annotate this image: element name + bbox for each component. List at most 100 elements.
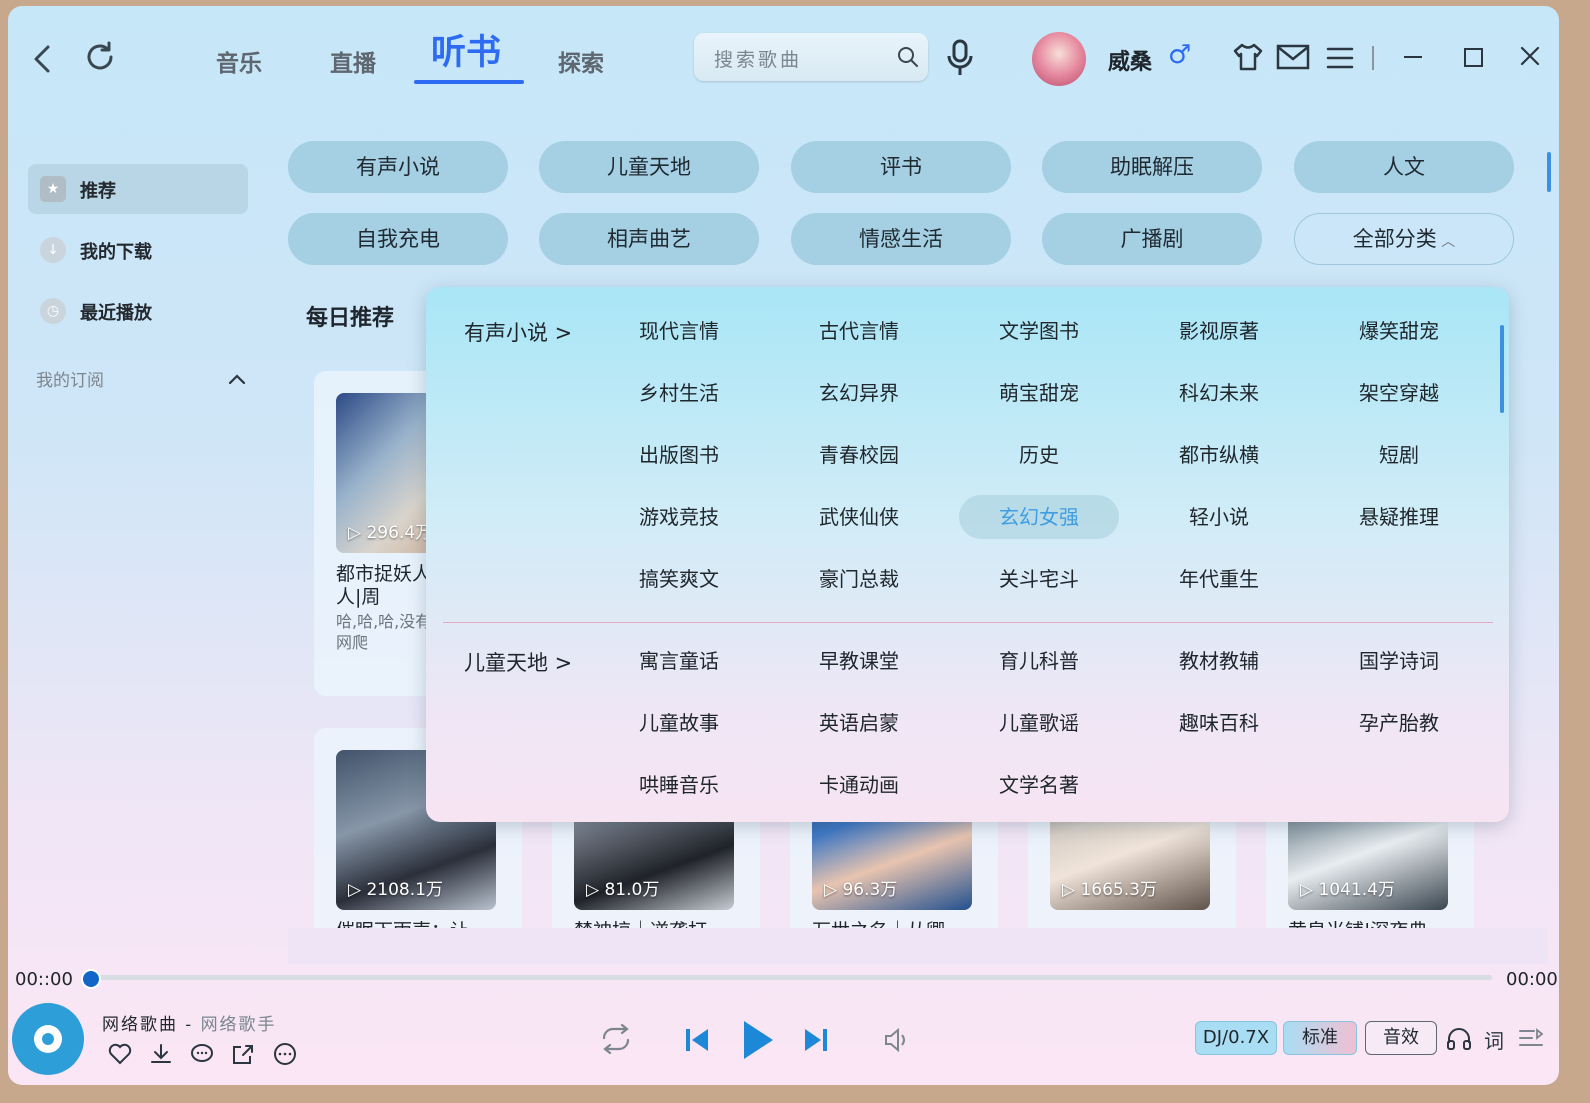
progress-bar[interactable] — [88, 975, 1492, 980]
subcategory-item[interactable]: 孕产胎教 — [1319, 701, 1479, 745]
play-count: ▷ 296.4万 — [348, 523, 433, 543]
subcategory-item[interactable]: 古代言情 — [779, 309, 939, 353]
sidebar-item-recent[interactable]: ◷ 最近播放 — [28, 286, 248, 336]
search-icon[interactable] — [896, 45, 920, 73]
category-pill[interactable]: 有声小说 — [288, 141, 508, 193]
comment-icon[interactable] — [190, 1043, 214, 1069]
sidebar-item-recommend[interactable]: ★ 推荐 — [28, 164, 248, 214]
subcategory-item[interactable]: 教材教辅 — [1139, 639, 1299, 683]
back-icon[interactable] — [30, 44, 54, 78]
subcategory-item[interactable]: 现代言情 — [599, 309, 759, 353]
volume-icon[interactable] — [882, 1026, 912, 1058]
progress-handle[interactable] — [81, 969, 101, 989]
subcategory-item[interactable]: 哄睡音乐 — [599, 763, 759, 807]
username[interactable]: 威桑 — [1108, 44, 1152, 76]
chevron-up-icon[interactable] — [228, 370, 246, 389]
subcategory-item[interactable]: 萌宝甜宠 — [959, 371, 1119, 415]
more-icon[interactable] — [273, 1043, 297, 1069]
share-icon[interactable] — [231, 1043, 255, 1069]
subcategory-item[interactable]: 乡村生活 — [599, 371, 759, 415]
all-categories-button[interactable]: 全部分类 ︿ — [1294, 213, 1514, 265]
repeat-icon[interactable] — [598, 1023, 634, 1058]
dropdown-heading-kids[interactable]: 儿童天地 > — [464, 647, 572, 677]
subcategory-item[interactable]: 文学图书 — [959, 309, 1119, 353]
download-icon: ↓ — [40, 237, 66, 263]
close-icon[interactable] — [1520, 46, 1540, 70]
subcategory-item[interactable]: 寓言童话 — [599, 639, 759, 683]
clock-icon: ◷ — [40, 298, 66, 324]
refresh-icon[interactable] — [84, 41, 116, 77]
subcategory-item[interactable]: 关斗宅斗 — [959, 557, 1119, 601]
subcategory-item[interactable]: 影视原著 — [1139, 309, 1299, 353]
category-pill[interactable]: 情感生活 — [791, 213, 1011, 265]
playlist-icon[interactable] — [1518, 1028, 1544, 1054]
all-categories-label: 全部分类 — [1352, 227, 1437, 251]
tab-explore[interactable]: 探索 — [558, 44, 604, 78]
quality-button[interactable]: 标准 — [1283, 1021, 1357, 1055]
voice-search-icon[interactable] — [945, 38, 975, 82]
subcategory-item[interactable]: 出版图书 — [599, 433, 759, 477]
subcategory-item[interactable]: 科幻未来 — [1139, 371, 1299, 415]
previous-track-icon[interactable] — [684, 1026, 710, 1058]
skin-shirt-icon[interactable] — [1232, 42, 1264, 76]
subcategory-item[interactable]: 搞笑爽文 — [599, 557, 759, 601]
sidebar-item-downloads[interactable]: ↓ 我的下载 — [28, 225, 248, 275]
like-heart-icon[interactable] — [108, 1043, 132, 1069]
headphones-icon[interactable] — [1446, 1026, 1472, 1056]
category-pill[interactable]: 自我充电 — [288, 213, 508, 265]
now-playing: 网络歌曲 - 网络歌手 — [102, 1010, 277, 1035]
dropdown-divider — [443, 622, 1493, 623]
menu-icon[interactable] — [1326, 46, 1354, 74]
dropdown-scrollbar[interactable] — [1500, 325, 1504, 413]
category-pill[interactable]: 助眠解压 — [1042, 141, 1262, 193]
avatar[interactable] — [1032, 32, 1086, 86]
subcategory-item[interactable]: 悬疑推理 — [1319, 495, 1479, 539]
minimize-icon[interactable] — [1404, 56, 1422, 58]
sidebar-item-label: 推荐 — [80, 181, 116, 202]
download-icon[interactable] — [149, 1043, 173, 1069]
category-pill[interactable]: 人文 — [1294, 141, 1514, 193]
subcategory-item-active[interactable]: 玄幻女强 — [959, 495, 1119, 539]
subcategory-item[interactable]: 年代重生 — [1139, 557, 1299, 601]
subcategory-item[interactable]: 文学名著 — [959, 763, 1119, 807]
subcategory-item[interactable]: 爆笑甜宠 — [1319, 309, 1479, 353]
subcategory-item[interactable]: 儿童故事 — [599, 701, 759, 745]
subcategory-item[interactable]: 轻小说 — [1139, 495, 1299, 539]
category-pill[interactable]: 广播剧 — [1042, 213, 1262, 265]
subcategory-item[interactable]: 国学诗词 — [1319, 639, 1479, 683]
play-icon[interactable] — [740, 1018, 776, 1066]
tab-music[interactable]: 音乐 — [216, 44, 262, 78]
subcategory-item[interactable]: 儿童歌谣 — [959, 701, 1119, 745]
subcategory-item[interactable]: 育儿科普 — [959, 639, 1119, 683]
search-box[interactable]: 搜索歌曲 — [694, 33, 928, 81]
speed-button[interactable]: DJ/0.7X — [1195, 1021, 1277, 1055]
subcategory-item[interactable]: 玄幻异界 — [779, 371, 939, 415]
subcategory-item[interactable]: 历史 — [959, 433, 1119, 477]
album-disc-icon[interactable] — [12, 1003, 84, 1075]
category-pill[interactable]: 相声曲艺 — [539, 213, 759, 265]
content-scrollbar[interactable] — [1547, 152, 1551, 192]
subcategory-item[interactable]: 豪门总裁 — [779, 557, 939, 601]
subscriptions-header[interactable]: 我的订阅 — [36, 366, 104, 391]
subcategory-item[interactable]: 都市纵横 — [1139, 433, 1299, 477]
subcategory-item[interactable]: 游戏竞技 — [599, 495, 759, 539]
category-pill[interactable]: 评书 — [791, 141, 1011, 193]
mail-icon[interactable] — [1276, 44, 1310, 74]
subcategory-item[interactable]: 武侠仙侠 — [779, 495, 939, 539]
subcategory-item[interactable]: 英语启蒙 — [779, 701, 939, 745]
subcategory-item[interactable]: 架空穿越 — [1319, 371, 1479, 415]
subcategory-item[interactable]: 早教课堂 — [779, 639, 939, 683]
search-input[interactable]: 搜索歌曲 — [714, 45, 802, 72]
subcategory-item[interactable]: 短剧 — [1319, 433, 1479, 477]
sound-effects-button[interactable]: 音效 — [1365, 1021, 1437, 1055]
tab-live[interactable]: 直播 — [330, 44, 376, 78]
maximize-icon[interactable] — [1464, 48, 1483, 67]
dropdown-heading-audio-novels[interactable]: 有声小说 > — [464, 317, 572, 347]
next-track-icon[interactable] — [803, 1026, 829, 1058]
subcategory-item[interactable]: 卡通动画 — [779, 763, 939, 807]
category-pill[interactable]: 儿童天地 — [539, 141, 759, 193]
lyrics-button[interactable]: 词 — [1484, 1025, 1504, 1054]
subcategory-item[interactable]: 趣味百科 — [1139, 701, 1299, 745]
subcategory-item[interactable]: 青春校园 — [779, 433, 939, 477]
tab-audiobook[interactable]: 听书 — [431, 24, 501, 75]
